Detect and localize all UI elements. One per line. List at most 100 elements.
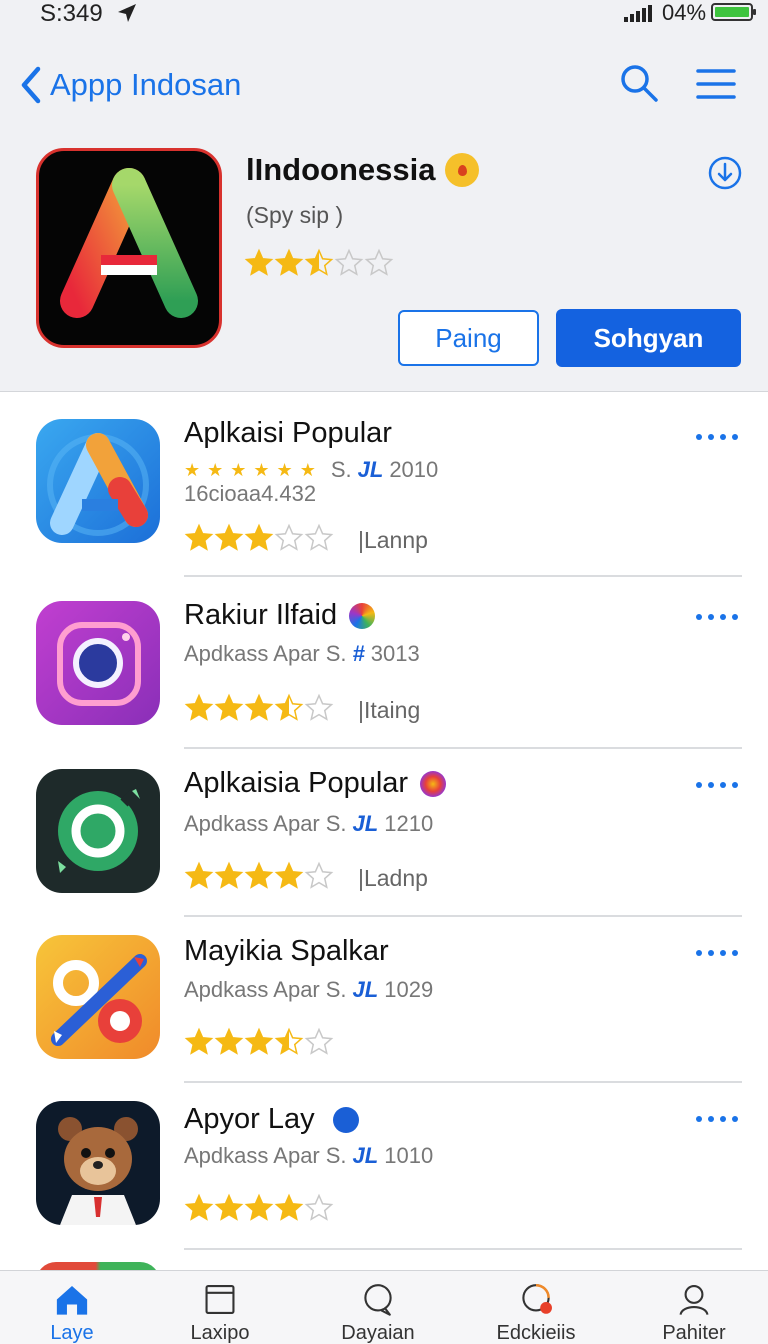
star-filled-icon [184, 523, 214, 551]
tab-activity[interactable]: Edckieiis [486, 1281, 586, 1344]
star-half-icon [304, 248, 334, 276]
star-empty-icon [334, 248, 364, 276]
tab-profile[interactable]: Pahiter [644, 1281, 744, 1344]
list-item[interactable]: Aplkaisia Popular Apdkass Apar S. JL 121… [0, 749, 768, 917]
app-name: Apyor Lay [184, 1103, 359, 1136]
app-name: Aplkaisia Popular [184, 767, 447, 800]
star-filled-icon [244, 693, 274, 721]
tab-chat[interactable]: Dayaian [328, 1281, 428, 1344]
star-filled-icon [214, 693, 244, 721]
app-extra-line: 16cioaa4.432 [184, 481, 317, 506]
app-meta: Apdkass Apar S. JL 1210 [184, 811, 434, 836]
app-meta: ★ ★ ★ ★ ★ ★ S. JL 2010 [184, 457, 439, 482]
app-logo [47, 433, 149, 536]
app-rating [184, 523, 334, 553]
status-bar: S:349 04% [0, 0, 768, 28]
star-filled-icon [274, 248, 304, 276]
app-rating [184, 693, 334, 723]
featured-app-title: lIndoonessia [246, 152, 436, 187]
flame-badge-icon [445, 153, 480, 187]
star-filled-icon [244, 1027, 274, 1055]
star-filled-icon [274, 1193, 304, 1221]
secondary-action-button[interactable]: Paing [398, 310, 539, 366]
browser-icon [205, 1284, 235, 1315]
app-rating [184, 1027, 334, 1057]
list-item[interactable]: Mayikia Spalkar Apdkass Apar S. JL 1029 [0, 917, 768, 1085]
more-options-icon[interactable] [696, 1109, 742, 1129]
list-item[interactable]: Aplkaisi Popular ★ ★ ★ ★ ★ ★ S. JL 2010 … [0, 393, 768, 577]
tab-label: Edckieiis [496, 1322, 576, 1344]
chat-app-logo [58, 787, 140, 873]
tab-label: Dayaian [341, 1322, 415, 1344]
download-icon[interactable] [707, 155, 743, 191]
app-name: Mayikia Spalkar [184, 935, 389, 967]
star-empty-icon [274, 523, 304, 551]
profile-icon [679, 1284, 709, 1316]
app-rating [184, 1193, 334, 1223]
chat-badge-icon [332, 1106, 359, 1133]
star-filled-icon [214, 523, 244, 551]
more-options-icon[interactable] [696, 943, 742, 963]
status-time: S:349 [40, 0, 103, 27]
featured-app-logo [60, 168, 198, 318]
list-item[interactable]: Rakiur Ilfaid Apdkass Apar S. # 3013 |It… [0, 579, 768, 749]
music-app-logo [51, 954, 147, 1046]
star-filled-icon [184, 1193, 214, 1221]
app-name: Aplkaisi Popular [184, 417, 392, 449]
star-half-icon [274, 1027, 304, 1055]
more-options-icon[interactable] [696, 607, 742, 627]
tab-label: Pahiter [662, 1322, 726, 1344]
app-rating [184, 861, 334, 891]
tab-home[interactable]: Laye [22, 1281, 122, 1344]
star-empty-icon [304, 523, 334, 551]
featured-app-subtitle: (Spy sip ) [246, 202, 344, 228]
star-filled-icon [274, 861, 304, 889]
featured-app-icon[interactable] [36, 148, 222, 348]
star-empty-icon [364, 248, 394, 276]
camera-app-logo [57, 622, 141, 706]
mascot-app-logo [58, 1117, 138, 1225]
search-icon[interactable] [618, 62, 660, 104]
featured-app-title-row: lIndoonessia [246, 152, 480, 188]
star-filled-icon [184, 1027, 214, 1055]
signal-icon [624, 4, 656, 22]
app-meta: Apdkass Apar S. JL 1010 [184, 1143, 434, 1168]
star-filled-icon [214, 1027, 244, 1055]
app-icon [36, 1101, 160, 1225]
menu-icon[interactable] [696, 64, 736, 104]
more-options-icon[interactable] [696, 427, 742, 447]
star-filled-icon [244, 1193, 274, 1221]
tab-browse[interactable]: Laxipo [170, 1281, 270, 1344]
star-filled-icon [244, 248, 274, 276]
divider [184, 575, 742, 577]
star-empty-icon [304, 693, 334, 721]
color-badge-icon [420, 770, 447, 797]
home-icon [56, 1286, 88, 1315]
app-icon [36, 769, 160, 893]
divider [184, 1248, 742, 1250]
app-icon [36, 935, 160, 1059]
star-filled-icon [214, 861, 244, 889]
star-empty-icon [304, 1027, 334, 1055]
star-filled-icon [244, 523, 274, 551]
battery-percentage: 04% [662, 0, 707, 25]
star-filled-icon [214, 1193, 244, 1221]
battery-icon [711, 3, 756, 21]
back-button[interactable]: Appp Indosan [18, 64, 241, 106]
primary-action-button[interactable]: Sohgyan [556, 309, 741, 367]
star-empty-icon [304, 1193, 334, 1221]
app-meta: Apdkass Apar S. # 3013 [184, 641, 420, 666]
activity-icon [522, 1283, 552, 1314]
chat-icon [364, 1284, 392, 1316]
chevron-left-icon [21, 66, 41, 104]
list-item[interactable]: Apyor Lay Apdkass Apar S. JL 1010 [0, 1083, 768, 1251]
location-arrow-icon [118, 4, 136, 22]
tab-label: Laxipo [190, 1322, 250, 1344]
tab-label: Laye [50, 1322, 94, 1344]
more-options-icon[interactable] [696, 775, 742, 795]
tab-bar: Laye Laxipo Dayaian Edckieiis Pahiter [0, 1270, 768, 1344]
back-button-label: Appp Indosan [50, 67, 242, 102]
color-badge-icon [349, 602, 376, 629]
app-tag: |Itaing [358, 697, 421, 723]
star-filled-icon [184, 861, 214, 889]
